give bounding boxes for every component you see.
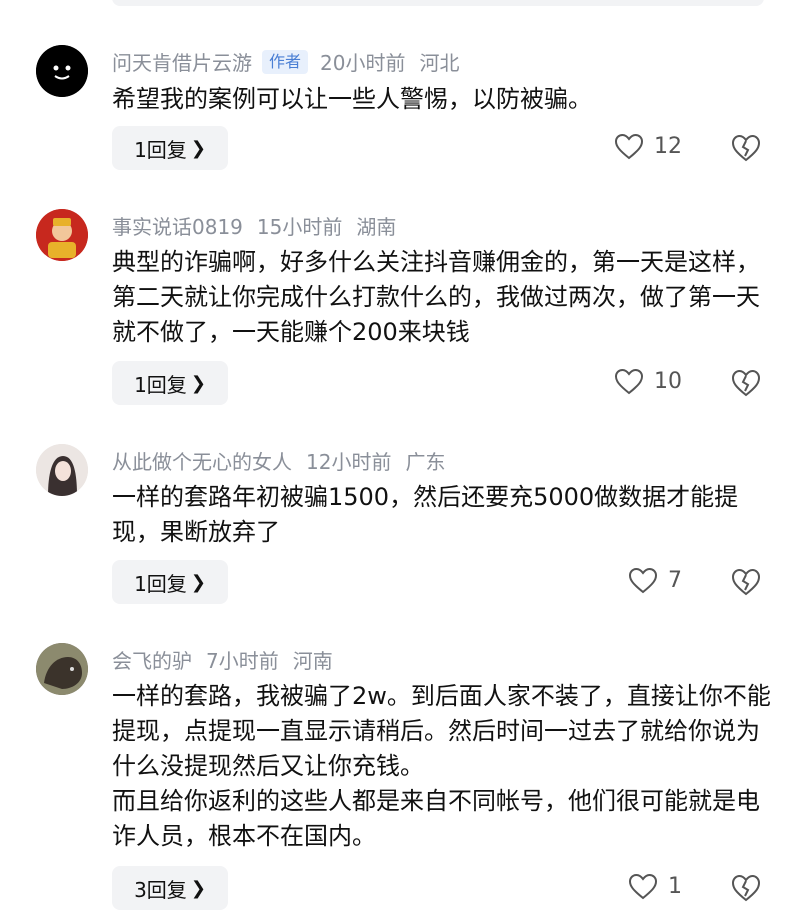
like-button[interactable]: 10: [614, 368, 682, 395]
username[interactable]: 从此做个无心的女人: [112, 446, 292, 475]
comment-time: 12小时前: [306, 450, 392, 474]
like-button[interactable]: 1: [628, 873, 682, 900]
comment-location: 湖南: [356, 215, 397, 239]
reply-count-button[interactable]: 1回复 ❯: [112, 361, 228, 405]
reply-count-button[interactable]: 1回复 ❯: [112, 560, 228, 604]
avatar[interactable]: [36, 643, 88, 695]
chevron-right-icon: ❯: [190, 571, 206, 593]
broken-heart-icon[interactable]: [730, 873, 762, 903]
comment-meta: 从此做个无心的女人 12小时前 广东: [112, 446, 445, 475]
heart-outline-icon: [614, 133, 644, 160]
broken-heart-icon[interactable]: [730, 368, 762, 398]
avatar[interactable]: [36, 444, 88, 496]
like-button[interactable]: 7: [628, 567, 682, 594]
reply-count-label: 1回复: [134, 372, 187, 397]
reply-count-label: 1回复: [134, 137, 187, 162]
comment-text: 典型的诈骗啊，好多什么关注抖音赚佣金的，第一天是这样，第二天就让你完成什么打款什…: [112, 248, 760, 346]
author-badge: 作者: [262, 49, 309, 74]
comment-location: 河南: [292, 649, 333, 673]
comment-location: 广东: [405, 450, 446, 474]
like-count: 10: [654, 369, 682, 394]
reply-count-label: 3回复: [134, 877, 187, 902]
like-count: 1: [668, 874, 682, 899]
like-count: 7: [668, 568, 682, 593]
comment-time: 15小时前: [256, 215, 343, 239]
comment-meta: 会飞的驴 7小时前 河南: [112, 645, 333, 674]
comment-time: 20小时前: [320, 51, 406, 75]
reply-count-label: 1回复: [134, 571, 187, 596]
chevron-right-icon: ❯: [190, 877, 206, 899]
comment-time: 7小时前: [206, 649, 279, 673]
comment-location: 河北: [419, 51, 460, 75]
heart-outline-icon: [614, 368, 644, 395]
username[interactable]: 会飞的驴: [112, 645, 192, 674]
comment-meta: 事实说话0819 15小时前 湖南: [112, 211, 396, 240]
broken-heart-icon[interactable]: [730, 133, 762, 163]
avatar[interactable]: [36, 209, 88, 261]
like-count: 12: [654, 134, 682, 159]
like-button[interactable]: 12: [614, 133, 682, 160]
reply-count-button[interactable]: 1回复 ❯: [112, 126, 228, 170]
heart-outline-icon: [628, 567, 658, 594]
chevron-right-icon: ❯: [190, 372, 206, 394]
comment-text: 一样的套路年初被骗1500，然后还要充5000做数据才能提现，果断放弃了: [112, 483, 739, 546]
reply-count-button[interactable]: 3回复 ❯: [112, 866, 228, 910]
username[interactable]: 问天肯借片云游: [112, 47, 252, 76]
heart-outline-icon: [628, 873, 658, 900]
chevron-right-icon: ❯: [190, 137, 206, 159]
broken-heart-icon[interactable]: [730, 567, 762, 597]
comment-meta: 问天肯借片云游 作者 20小时前 河北: [112, 47, 459, 76]
avatar[interactable]: [36, 45, 88, 97]
previous-reply-button-edge[interactable]: [112, 0, 764, 6]
comment-text: 一样的套路，我被骗了2w。到后面人家不装了，直接让你不能提现，点提现一直显示请稍…: [112, 682, 771, 850]
username[interactable]: 事实说话0819: [112, 211, 243, 240]
comment-text: 希望我的案例可以让一些人警惕，以防被骗。: [112, 85, 592, 113]
